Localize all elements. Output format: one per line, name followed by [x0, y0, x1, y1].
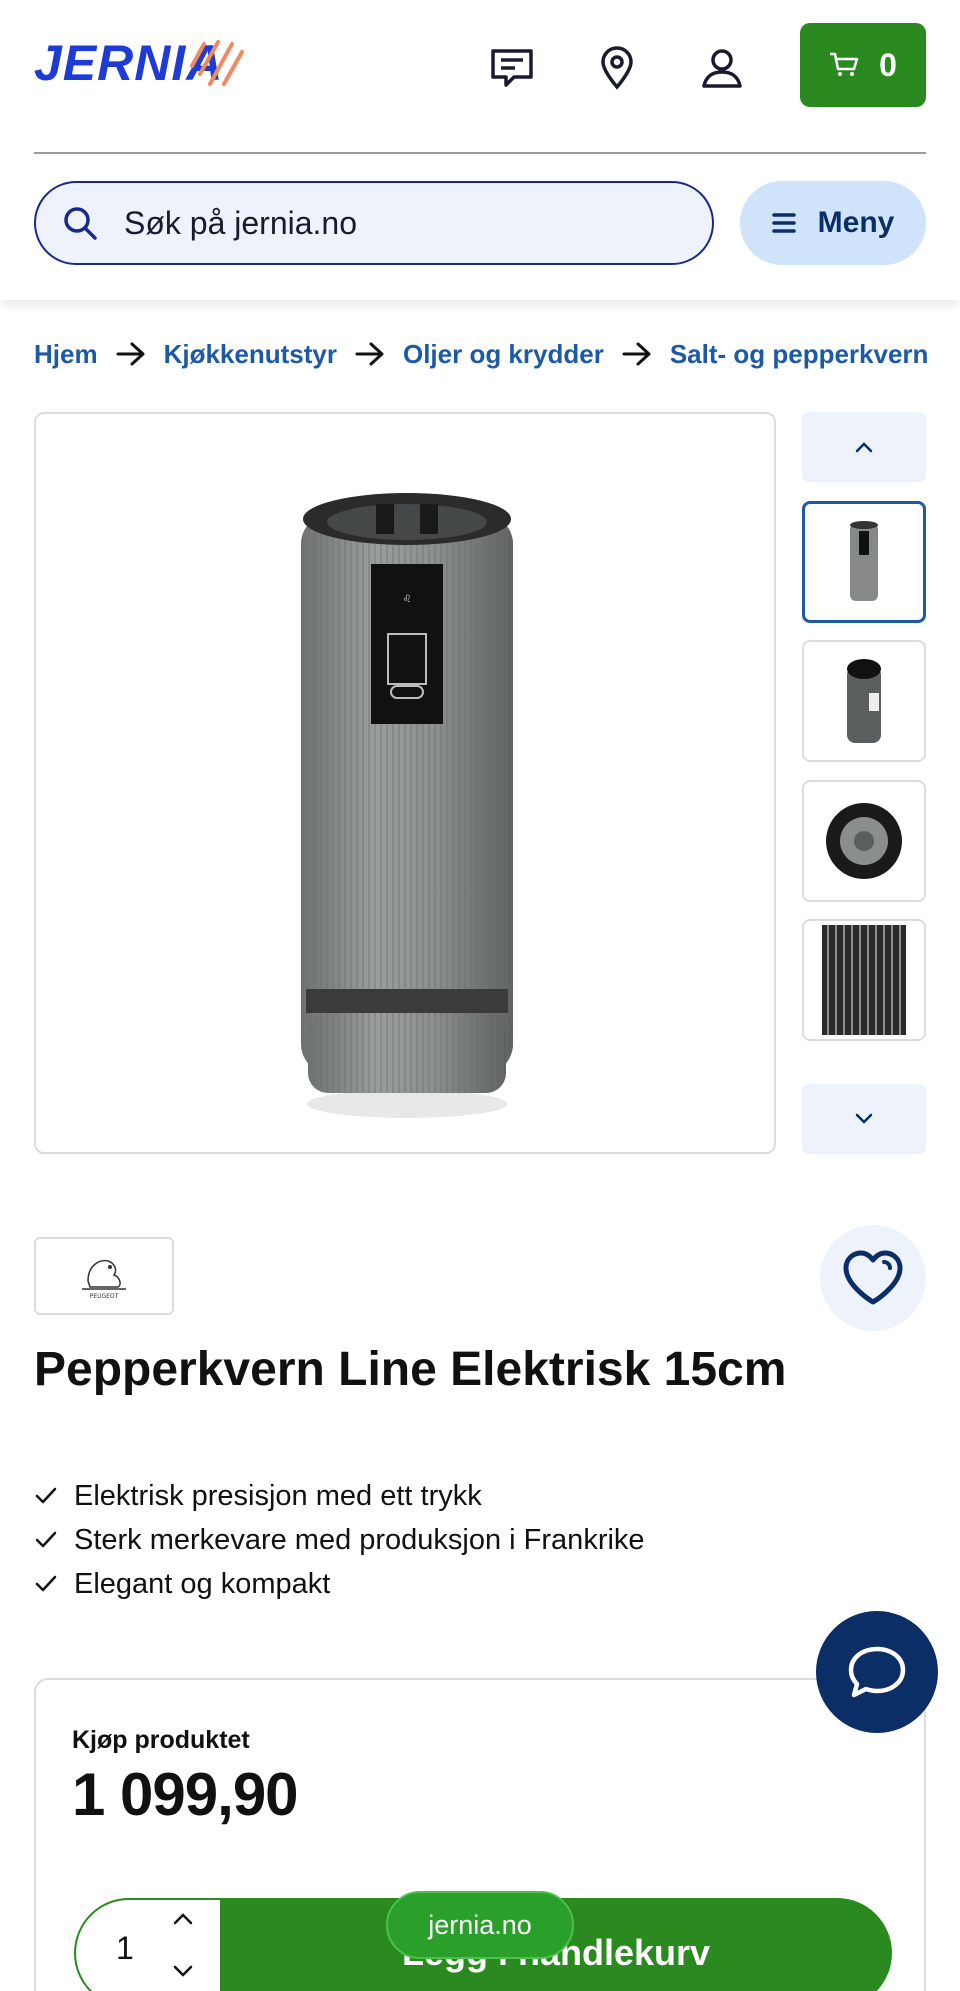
menu-button[interactable]: Meny — [740, 181, 926, 265]
domain-text: jernia.no — [428, 1909, 532, 1940]
chevron-down-icon — [855, 1113, 873, 1124]
peugeot-lion-logo: PEUGEOT — [82, 1259, 126, 1300]
chevron-up-icon — [855, 442, 873, 453]
svg-text:♌: ♌ — [403, 594, 412, 605]
cart-button[interactable]: 0 — [800, 23, 926, 107]
quantity-value[interactable]: 1 — [116, 1930, 134, 1967]
feature-item: Elegant og kompakt — [34, 1562, 926, 1606]
site-header: JERNIA 0 Søk på jernia.no Meny — [0, 0, 960, 300]
menu-icon — [771, 213, 796, 233]
checkmark-icon — [34, 1486, 74, 1506]
search-input[interactable]: Søk på jernia.no — [34, 181, 714, 265]
feature-item: Sterk merkevare med produksjon i Frankri… — [34, 1518, 926, 1562]
price: 1 099,90 — [72, 1761, 299, 1828]
chat-icon[interactable] — [484, 40, 540, 96]
feature-text: Elegant og kompakt — [74, 1567, 331, 1600]
arrow-right-icon — [622, 342, 652, 366]
search-placeholder: Søk på jernia.no — [124, 204, 358, 241]
heart-icon — [843, 1250, 903, 1305]
location-icon[interactable] — [589, 40, 645, 96]
feature-item: Elektrisk presisjon med ett trykk — [34, 1474, 926, 1518]
cart-count: 0 — [879, 46, 897, 83]
svg-text:PEUGEOT: PEUGEOT — [90, 1293, 119, 1300]
pepper-mill-image: ♌ — [301, 493, 513, 1118]
arrow-right-icon — [355, 342, 385, 366]
thumbnail-scroll-up-button[interactable] — [802, 412, 926, 482]
breadcrumb-kitchen[interactable]: Kjøkkenutstyr — [164, 339, 337, 370]
menu-label: Meny — [817, 206, 895, 239]
chat-bubble-icon — [848, 1646, 906, 1698]
product-main-image[interactable]: ♌ — [34, 412, 776, 1154]
logo-slash-icon — [190, 40, 244, 86]
chevron-up-icon[interactable] — [172, 1912, 194, 1931]
user-icon[interactable] — [694, 40, 750, 96]
breadcrumb: Hjem Kjøkkenutstyr Oljer og krydder Salt… — [34, 334, 960, 374]
breadcrumb-oils-spices[interactable]: Oljer og krydder — [403, 339, 604, 370]
checkmark-icon — [34, 1530, 74, 1550]
feature-text: Sterk merkevare med produksjon i Frankri… — [74, 1523, 645, 1556]
thumbnail-scroll-down-button[interactable] — [802, 1084, 926, 1154]
thumbnail-3[interactable] — [802, 780, 926, 902]
favorite-button[interactable] — [820, 1225, 926, 1331]
thumbnail-1[interactable] — [802, 501, 926, 623]
feature-list: Elektrisk presisjon med ett trykk Sterk … — [34, 1474, 926, 1606]
brand-logo[interactable]: PEUGEOT — [34, 1237, 174, 1315]
thumbnail-4[interactable] — [802, 919, 926, 1041]
cart-icon — [830, 52, 859, 76]
header-divider — [34, 152, 926, 154]
thumbnail-2[interactable] — [802, 640, 926, 762]
chevron-down-icon[interactable] — [172, 1964, 194, 1983]
breadcrumb-home[interactable]: Hjem — [34, 339, 98, 370]
chat-fab-button[interactable] — [816, 1611, 938, 1733]
product-title: Pepperkvern Line Elektrisk 15cm — [34, 1343, 787, 1396]
checkmark-icon — [34, 1574, 74, 1594]
browser-domain-pill[interactable]: jernia.no — [386, 1891, 574, 1959]
buy-label: Kjøp produktet — [72, 1726, 250, 1754]
jernia-logo[interactable]: JERNIA — [34, 34, 244, 92]
search-icon — [64, 207, 97, 240]
breadcrumb-salt-pepper[interactable]: Salt- og pepperkvern — [670, 339, 929, 370]
feature-text: Elektrisk presisjon med ett trykk — [74, 1479, 482, 1512]
quantity-stepper[interactable]: 1 — [74, 1898, 234, 1991]
arrow-right-icon — [116, 342, 146, 366]
